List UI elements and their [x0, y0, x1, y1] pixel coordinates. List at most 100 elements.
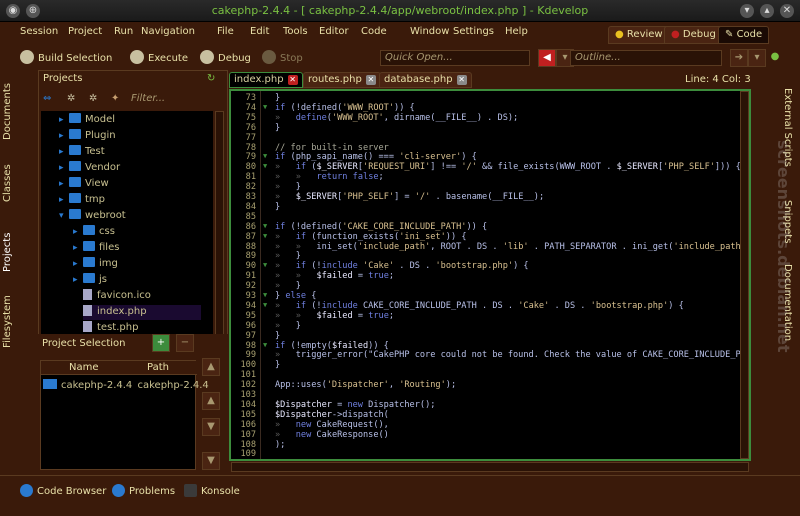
code-line[interactable]: » } — [275, 182, 301, 192]
menu-file[interactable]: File — [217, 26, 234, 37]
menu-session[interactable]: Session — [20, 26, 58, 37]
tree-item[interactable]: favicon.ico — [83, 289, 151, 304]
code-line[interactable]: if (php_sapi_name() === 'cli-server') { — [275, 152, 477, 162]
code-line[interactable]: // for built-in server — [275, 143, 389, 153]
fold-marker-icon[interactable]: ▼ — [263, 301, 271, 309]
tree-item[interactable]: ▾ webroot — [59, 209, 126, 224]
tree-item[interactable]: ▸ Test — [59, 145, 105, 160]
tree-item[interactable]: ▸ Model — [59, 113, 115, 128]
fold-marker-icon[interactable]: ▼ — [263, 261, 271, 269]
remove-project-button[interactable]: − — [176, 334, 194, 352]
back-icon[interactable]: ◀ — [538, 49, 556, 67]
stop-button[interactable]: Stop — [262, 50, 303, 64]
tab-database-php[interactable]: database.php ✕ — [379, 72, 472, 88]
code-line[interactable]: } — [275, 123, 280, 133]
code-line[interactable]: » new CakeRequest(), — [275, 420, 389, 430]
fold-marker-icon[interactable]: ▼ — [263, 222, 271, 230]
code-line[interactable]: ); — [275, 440, 285, 450]
code-line[interactable]: » } — [275, 281, 301, 291]
debug-button[interactable]: Debug — [200, 50, 251, 64]
menu-window[interactable]: Window — [410, 26, 449, 37]
tree-item[interactable]: ▸ View — [59, 177, 109, 192]
code-line[interactable]: App::uses('Dispatcher', 'Routing'); — [275, 380, 456, 390]
menu-help[interactable]: Help — [505, 26, 528, 37]
code-line[interactable]: } — [275, 202, 280, 212]
close-tab-icon[interactable]: ✕ — [456, 75, 467, 85]
quick-open-input[interactable]: Quick Open... — [380, 50, 530, 66]
code-line[interactable]: » $_SERVER['PHP_SELF'] = '/' . basename(… — [275, 192, 544, 202]
konsole-button[interactable]: Konsole — [184, 484, 240, 497]
tree-item[interactable]: ▸ img — [73, 257, 118, 272]
move-top-icon[interactable]: ▲ — [202, 358, 220, 376]
code-line[interactable]: » define('WWW_ROOT', dirname(__FILE__) .… — [275, 113, 518, 123]
sync-icon[interactable]: ↻ — [207, 73, 215, 84]
menu-editor[interactable]: Editor — [319, 26, 349, 37]
tree-item[interactable]: ▸ files — [73, 241, 119, 256]
tree-item[interactable]: ▸ js — [73, 273, 107, 288]
code-line[interactable]: » if (!include 'Cake' . DS . 'bootstrap.… — [275, 261, 529, 271]
code-line[interactable]: » trigger_error("CakePHP core could not … — [275, 350, 749, 360]
clean-icon[interactable]: ✦ — [111, 93, 119, 104]
lightbulb-icon[interactable]: ● — [766, 49, 784, 67]
close-tab-icon[interactable]: ✕ — [365, 75, 376, 85]
minimize-icon[interactable]: ▾ — [740, 4, 754, 18]
area-debug-tab[interactable]: ● Debug — [664, 26, 723, 44]
code-line[interactable]: $Dispatcher->dispatch( — [275, 410, 389, 420]
code-line[interactable]: if (!defined('WWW_ROOT')) { — [275, 103, 415, 113]
code-browser-button[interactable]: Code Browser — [20, 484, 106, 497]
tree-item[interactable]: ▸ css — [73, 225, 115, 240]
fold-marker-icon[interactable]: ▼ — [263, 291, 271, 299]
tab-routes-php[interactable]: routes.php ✕ — [303, 72, 381, 88]
tree-item[interactable]: ▸ Plugin — [59, 129, 116, 144]
next-dropdown-icon[interactable]: ▾ — [748, 49, 766, 67]
move-up-icon[interactable]: ▲ — [202, 392, 220, 410]
fold-marker-icon[interactable]: ▼ — [263, 232, 271, 240]
problems-button[interactable]: Problems — [112, 484, 175, 497]
tab-index-php[interactable]: index.php ✕ — [229, 72, 303, 88]
tree-item[interactable]: ▸ tmp — [59, 193, 105, 208]
table-row[interactable]: cakephp-2.4.4 cakephp-2.4.4 — [43, 379, 209, 393]
menu-settings[interactable]: Settings — [453, 26, 494, 37]
tree-item-selected[interactable]: index.php — [83, 305, 201, 320]
tab-classes[interactable]: Classes — [2, 152, 16, 202]
code-line[interactable]: if (!empty($failed)) { — [275, 341, 389, 351]
move-down-icon[interactable]: ▼ — [202, 418, 220, 436]
tab-projects[interactable]: Projects — [2, 222, 16, 272]
code-line[interactable]: } else { — [275, 291, 316, 301]
add-project-button[interactable]: + — [152, 334, 170, 352]
menu-navigation[interactable]: Navigation — [141, 26, 195, 37]
code-line[interactable]: » » $failed = true; — [275, 271, 394, 281]
editor-vscrollbar[interactable] — [740, 91, 749, 459]
fold-marker-icon[interactable]: ▼ — [263, 162, 271, 170]
editor-hscrollbar[interactable] — [231, 462, 749, 472]
menu-tools[interactable]: Tools — [283, 26, 308, 37]
next-icon[interactable]: ➔ — [730, 49, 748, 67]
fold-marker-icon[interactable]: ▼ — [263, 103, 271, 111]
code-line[interactable]: » » $failed = true; — [275, 311, 394, 321]
tab-documents[interactable]: Documents — [2, 78, 16, 140]
code-line[interactable]: » » ini_set('include_path', ROOT . DS . … — [275, 242, 749, 252]
window-menu-icon[interactable]: ◉ — [6, 4, 20, 18]
link-icon[interactable]: ⇔ — [43, 93, 51, 104]
code-line[interactable]: } — [275, 93, 280, 103]
maximize-icon[interactable]: ▴ — [760, 4, 774, 18]
fold-marker-icon[interactable]: ▼ — [263, 341, 271, 349]
code-line[interactable]: » if (function_exists('ini_set')) { — [275, 232, 467, 242]
close-tab-icon[interactable]: ✕ — [287, 75, 298, 85]
menu-code[interactable]: Code — [361, 26, 387, 37]
close-icon[interactable]: ✕ — [780, 4, 794, 18]
pin-icon[interactable]: ⊕ — [26, 4, 40, 18]
code-line[interactable]: } — [275, 360, 280, 370]
area-review-tab[interactable]: ● Review — [608, 26, 670, 44]
build-selection-button[interactable]: Build Selection — [20, 50, 112, 64]
code-line[interactable]: » } — [275, 321, 301, 331]
tree-scrollbar[interactable] — [215, 111, 224, 347]
tree-item[interactable]: ▸ Vendor — [59, 161, 120, 176]
area-code-tab[interactable]: ✎ Code — [718, 26, 770, 44]
project-filter-input[interactable]: Filter... — [131, 93, 221, 107]
build-icon[interactable]: ✲ — [89, 93, 97, 104]
code-line[interactable]: » new CakeResponse() — [275, 430, 389, 440]
code-line[interactable]: if (!defined('CAKE_CORE_INCLUDE_PATH')) … — [275, 222, 487, 232]
code-line[interactable]: $Dispatcher = new Dispatcher(); — [275, 400, 435, 410]
outline-input[interactable]: Outline... — [570, 50, 722, 66]
